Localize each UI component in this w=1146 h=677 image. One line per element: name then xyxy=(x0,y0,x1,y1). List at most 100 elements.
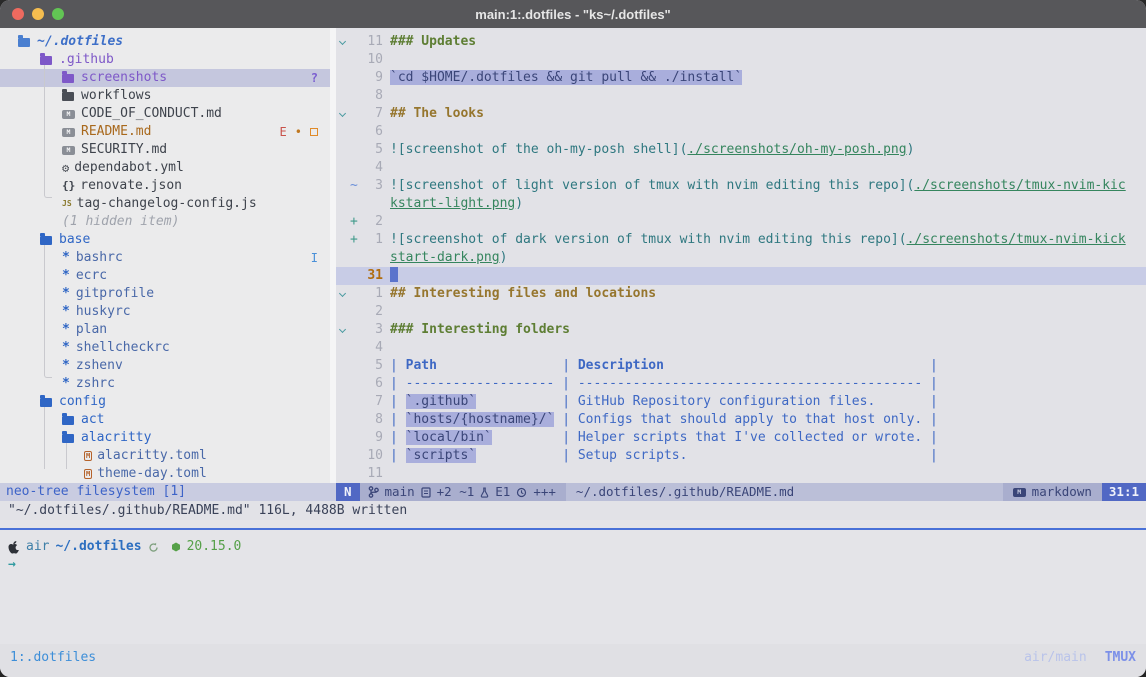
tree-item[interactable]: MREADME.mdE• xyxy=(0,123,330,141)
json-icon: {} xyxy=(62,177,75,195)
editor-line[interactable]: +1![screenshot of dark version of tmux w… xyxy=(336,231,1146,249)
line-text: kstart-light.png) xyxy=(383,195,523,213)
gitsign-column xyxy=(350,447,362,465)
fold-chevron-icon[interactable] xyxy=(336,33,350,51)
editor-line[interactable]: 9`cd $HOME/.dotfiles && git pull && ./in… xyxy=(336,69,1146,87)
editor-line[interactable]: +2 xyxy=(336,213,1146,231)
editor-line[interactable]: 9| `local/bin` | Helper scripts that I'v… xyxy=(336,429,1146,447)
line-text xyxy=(383,465,390,483)
tree-item[interactable]: *ecrc xyxy=(0,267,330,285)
editor-line[interactable]: 6 xyxy=(336,123,1146,141)
git-status-badges: E• xyxy=(280,123,318,141)
line-number xyxy=(362,195,383,213)
line-text: ### Interesting folders xyxy=(383,321,570,339)
gitsign-column xyxy=(350,339,362,357)
gitsign-column xyxy=(350,33,362,51)
tree-item-label: config xyxy=(59,393,106,411)
fold-column xyxy=(336,213,350,231)
fold-chevron-icon[interactable] xyxy=(336,105,350,123)
line-number: 9 xyxy=(362,69,383,87)
editor-line[interactable]: 1## Interesting files and locations xyxy=(336,285,1146,303)
tmux-status-bar: 1:.dotfiles air/main TMUX xyxy=(0,644,1146,677)
git-diff-counts: +2 ~1 xyxy=(437,483,475,501)
fold-column xyxy=(336,231,350,249)
tree-item[interactable]: *bashrcI xyxy=(0,249,330,267)
tree-item[interactable]: act xyxy=(0,411,330,429)
shell-pane[interactable]: air ~/.dotfiles 20.15.0 → xyxy=(0,530,1146,644)
gitsign-column xyxy=(350,321,362,339)
tree-item-label: renovate.json xyxy=(80,177,182,195)
editor-line[interactable]: 11### Updates xyxy=(336,33,1146,51)
tree-item[interactable]: screenshots? xyxy=(0,69,330,87)
tree-item[interactable]: workflows xyxy=(0,87,330,105)
editor-line[interactable]: kstart-light.png) xyxy=(336,195,1146,213)
dotfile-star-icon: * xyxy=(62,375,70,393)
tree-guide-line xyxy=(44,244,45,370)
tree-item-label: zshenv xyxy=(76,357,123,375)
editor-line[interactable]: 3### Interesting folders xyxy=(336,321,1146,339)
folder-icon xyxy=(40,56,52,65)
node-leaf-icon xyxy=(171,542,181,552)
tree-item[interactable]: Mtheme-day.toml xyxy=(0,465,330,483)
fold-column xyxy=(336,411,350,429)
gitsign-column xyxy=(350,51,362,69)
editor-line[interactable]: 4 xyxy=(336,339,1146,357)
shell-input-line[interactable]: → xyxy=(8,556,1146,574)
prompt-hostname: air xyxy=(26,538,49,556)
editor-panel: 11### Updates109`cd $HOME/.dotfiles && g… xyxy=(336,28,1146,501)
gitsign-column xyxy=(350,285,362,303)
editor-line[interactable]: 2 xyxy=(336,303,1146,321)
fold-column xyxy=(336,87,350,105)
tree-item-label: act xyxy=(81,411,104,429)
editor-buffer[interactable]: 11### Updates109`cd $HOME/.dotfiles && g… xyxy=(336,28,1146,483)
editor-line[interactable]: 7| `.github` | GitHub Repository configu… xyxy=(336,393,1146,411)
tree-item[interactable]: MCODE_OF_CONDUCT.md xyxy=(0,105,330,123)
tree-item[interactable]: config xyxy=(0,393,330,411)
tree-item[interactable]: Malacritty.toml xyxy=(0,447,330,465)
window-title: main:1:.dotfiles - "ks~/.dotfiles" xyxy=(0,7,1146,22)
editor-line[interactable]: 10 xyxy=(336,51,1146,69)
markdown-file-icon: M xyxy=(62,110,75,119)
tree-item[interactable]: ⚙dependabot.yml xyxy=(0,159,330,177)
tree-guide-line xyxy=(44,406,45,469)
tree-item-label: plan xyxy=(76,321,107,339)
editor-line[interactable]: 7## The looks xyxy=(336,105,1146,123)
tree-item[interactable]: .github xyxy=(0,51,330,69)
fold-chevron-icon[interactable] xyxy=(336,285,350,303)
line-number xyxy=(362,249,383,267)
editor-line[interactable]: ~3![screenshot of light version of tmux … xyxy=(336,177,1146,195)
dotfile-star-icon: * xyxy=(62,267,70,285)
line-text: ![screenshot of dark version of tmux wit… xyxy=(383,231,1126,249)
tree-item[interactable]: *plan xyxy=(0,321,330,339)
editor-line[interactable]: 8 xyxy=(336,87,1146,105)
editor-line[interactable]: 5![screenshot of the oh-my-posh shell](.… xyxy=(336,141,1146,159)
editor-line[interactable]: 6| ------------------- | ---------------… xyxy=(336,375,1146,393)
fold-column xyxy=(336,339,350,357)
fold-column xyxy=(336,429,350,447)
tree-item-label: alacritty.toml xyxy=(97,447,207,465)
tree-item[interactable]: *shellcheckrc xyxy=(0,339,330,357)
tree-item[interactable]: ~/.dotfiles xyxy=(0,33,330,51)
fold-chevron-icon[interactable] xyxy=(336,321,350,339)
git-status-badges: I xyxy=(311,249,318,267)
editor-line[interactable]: 8| `hosts/{hostname}/` | Configs that sh… xyxy=(336,411,1146,429)
editor-line[interactable]: 11 xyxy=(336,465,1146,483)
editor-line[interactable]: 4 xyxy=(336,159,1146,177)
editor-line[interactable]: 10| `scripts` | Setup scripts. | xyxy=(336,447,1146,465)
tree-item[interactable]: *gitprofile xyxy=(0,285,330,303)
editor-line[interactable]: 5| Path | Description | xyxy=(336,357,1146,375)
filetype-label: markdown xyxy=(1032,483,1092,501)
pane-gap xyxy=(0,520,1146,528)
tmux-window-item[interactable]: 1:.dotfiles xyxy=(10,650,96,665)
editor-line[interactable]: 31 xyxy=(336,267,1146,285)
tree-item[interactable]: base xyxy=(0,231,330,249)
tree-item[interactable]: alacritty xyxy=(0,429,330,447)
fold-column xyxy=(336,447,350,465)
tree-item-label: dependabot.yml xyxy=(74,159,184,177)
tree-item[interactable]: MSECURITY.md xyxy=(0,141,330,159)
dotfile-star-icon: * xyxy=(62,357,70,375)
editor-line[interactable]: start-dark.png) xyxy=(336,249,1146,267)
tree-item[interactable]: *huskyrc xyxy=(0,303,330,321)
folder-icon xyxy=(40,398,52,407)
tree-item[interactable]: (1 hidden item) xyxy=(0,213,330,231)
